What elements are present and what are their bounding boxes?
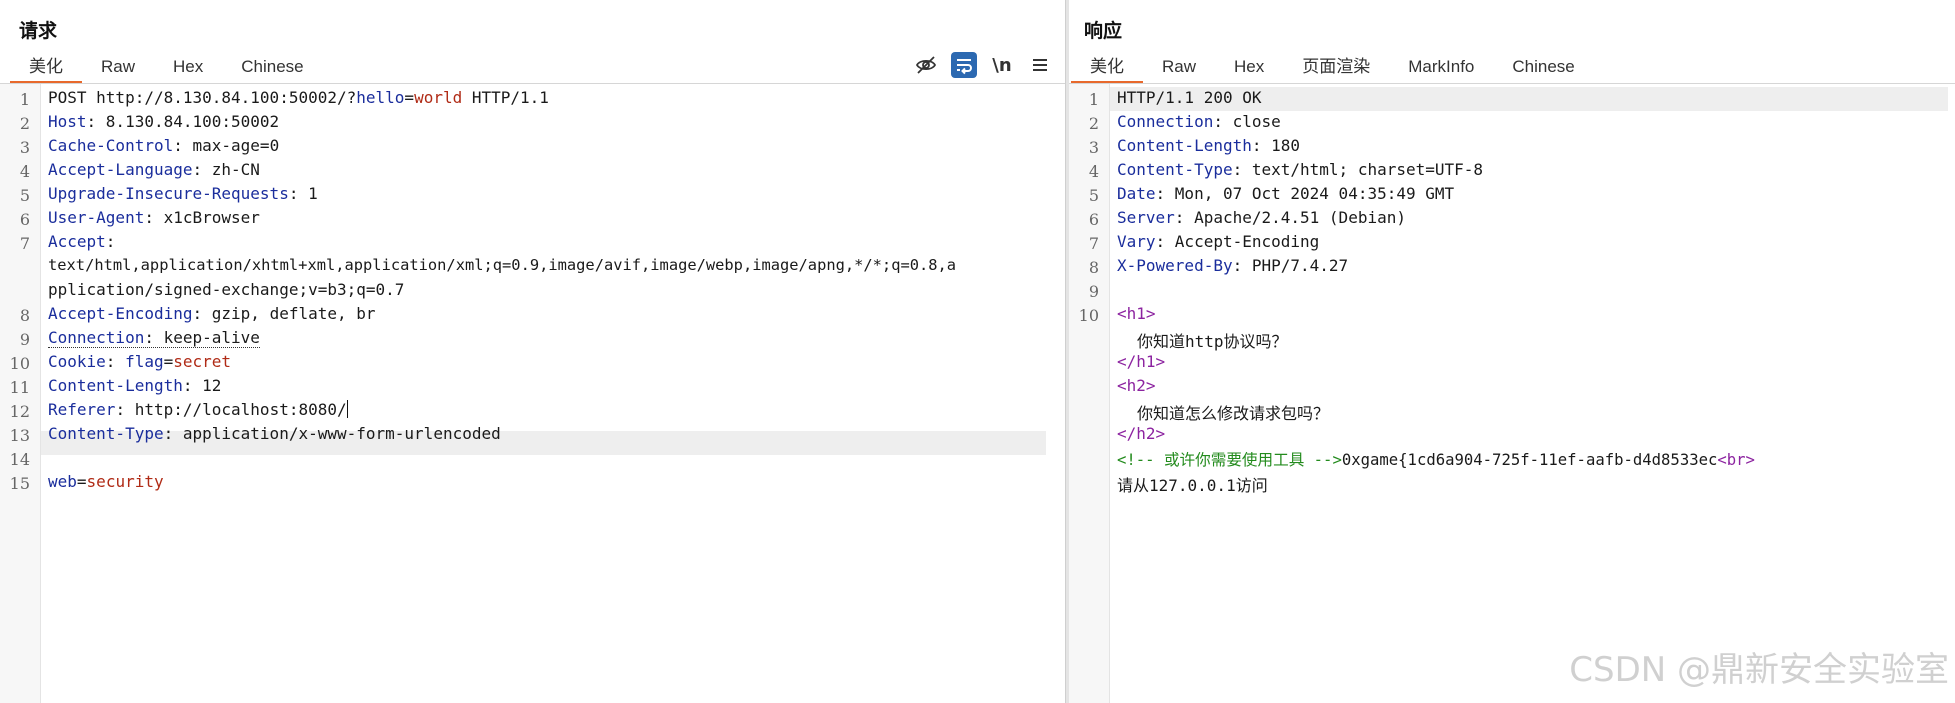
html-text: 你知道http协议吗？ xyxy=(1137,332,1288,351)
response-title: 响应 xyxy=(1084,21,1123,42)
request-editor[interactable]: 1 POST http://8.130.84.100:50002/?hello=… xyxy=(0,84,1065,703)
response-tab-pretty[interactable]: 美化 xyxy=(1071,52,1143,84)
response-tab-chinese[interactable]: Chinese xyxy=(1493,52,1593,82)
header-line: Cookie: flag=secret xyxy=(48,352,232,371)
request-line: POST http://8.130.84.100:50002/?hello=wo… xyxy=(48,88,549,107)
header-line: Host: 8.130.84.100:50002 xyxy=(48,112,280,131)
menu-icon[interactable] xyxy=(1027,52,1053,78)
response-editor[interactable]: 1 HTTP/1.1 200 OK 2 Connection: close 3 … xyxy=(1069,84,1955,703)
header-line: Vary: Accept-Encoding xyxy=(1117,232,1320,251)
text-cursor xyxy=(346,400,348,418)
request-panel: 请求 美化 Raw Hex Chinese \n 1 POST http://8… xyxy=(0,0,1065,703)
line-number: 5 xyxy=(1088,186,1099,205)
line-number: 14 xyxy=(9,450,30,469)
watermark: CSDN @鼎新安全实验室 xyxy=(1569,650,1949,690)
header-line: Referer: http://localhost:8080/ xyxy=(48,400,348,419)
line-number: 6 xyxy=(19,210,30,229)
request-tab-hex[interactable]: Hex xyxy=(154,52,222,82)
newline-toggle-label: \n xyxy=(992,54,1012,76)
html-tag: <h2> xyxy=(1117,376,1156,395)
request-tab-pretty[interactable]: 美化 xyxy=(10,52,82,84)
html-text: 你知道怎么修改请求包吗？ xyxy=(1137,404,1330,423)
body-line: web=security xyxy=(48,472,164,491)
html-text: 请从127.0.0.1访问 xyxy=(1117,476,1268,495)
line-number: 11 xyxy=(9,378,30,397)
response-panel: 响应 美化 Raw Hex 页面渲染 MarkInfo Chinese 1 HT… xyxy=(1069,0,1955,703)
html-tag: <h1> xyxy=(1117,304,1156,323)
line-number: 2 xyxy=(19,114,30,133)
response-tab-render[interactable]: 页面渲染 xyxy=(1283,52,1389,82)
newline-toggle[interactable]: \n xyxy=(989,52,1015,78)
line-number: 13 xyxy=(9,426,30,445)
header-line: Connection: keep-alive xyxy=(48,328,260,348)
line-number: 9 xyxy=(1088,282,1099,301)
html-tag: </h2> xyxy=(1117,424,1166,443)
wrap-icon[interactable] xyxy=(951,52,977,78)
line-number: 8 xyxy=(1088,258,1099,277)
line-number: 9 xyxy=(19,330,30,349)
line-number: 5 xyxy=(19,186,30,205)
header-line: Server: Apache/2.4.51 (Debian) xyxy=(1117,208,1406,227)
header-line: X-Powered-By: PHP/7.4.27 xyxy=(1117,256,1349,275)
line-number: 6 xyxy=(1088,210,1099,229)
line-number: 3 xyxy=(1088,138,1099,157)
header-line: Accept-Encoding: gzip, deflate, br xyxy=(48,304,376,323)
header-line: Cache-Control: max-age=0 xyxy=(48,136,280,155)
request-toolbar: \n xyxy=(901,52,1053,78)
line-number: 7 xyxy=(1088,234,1099,253)
header-line: Date: Mon, 07 Oct 2024 04:35:49 GMT xyxy=(1117,184,1455,203)
line-number: 4 xyxy=(1088,162,1099,181)
header-line: Content-Length: 12 xyxy=(48,376,222,395)
line-number: 1 xyxy=(1088,90,1099,109)
line-number: 2 xyxy=(1088,114,1099,133)
status-line: HTTP/1.1 200 OK xyxy=(1117,88,1262,107)
html-comment-line: <!-- 或许你需要使用工具 -->0xgame{1cd6a904-725f-1… xyxy=(1117,451,1755,469)
response-tabs: 美化 Raw Hex 页面渲染 MarkInfo Chinese xyxy=(1071,52,1594,84)
request-tab-raw[interactable]: Raw xyxy=(82,52,154,82)
eye-hidden-icon[interactable] xyxy=(913,52,939,78)
header-line: User-Agent: x1cBrowser xyxy=(48,208,260,227)
header-line-wrap: pplication/signed-exchange;v=b3;q=0.7 xyxy=(48,280,405,299)
line-number: 1 xyxy=(19,90,30,109)
line-number: 15 xyxy=(9,474,30,493)
header-line-wrap: text/html,application/xhtml+xml,applicat… xyxy=(48,256,957,274)
line-number: 10 xyxy=(1078,306,1099,325)
header-line: Upgrade-Insecure-Requests: 1 xyxy=(48,184,318,203)
response-tab-hex[interactable]: Hex xyxy=(1215,52,1283,82)
request-title: 请求 xyxy=(19,21,58,42)
request-tab-chinese[interactable]: Chinese xyxy=(222,52,322,82)
line-number: 3 xyxy=(19,138,30,157)
line-number: 10 xyxy=(9,354,30,373)
header-line: Connection: close xyxy=(1117,112,1281,131)
header-line: Accept: xyxy=(48,232,116,251)
header-line: Accept-Language: zh-CN xyxy=(48,160,260,179)
header-line: Content-Length: 180 xyxy=(1117,136,1301,155)
line-number: 4 xyxy=(19,162,30,181)
html-tag: </h1> xyxy=(1117,352,1166,371)
response-tab-markinfo[interactable]: MarkInfo xyxy=(1389,52,1493,82)
request-tabs: 美化 Raw Hex Chinese xyxy=(10,52,323,84)
line-number: 7 xyxy=(19,234,30,253)
line-number: 12 xyxy=(9,402,30,421)
header-line: Content-Type: text/html; charset=UTF-8 xyxy=(1117,160,1484,179)
response-tab-raw[interactable]: Raw xyxy=(1143,52,1215,82)
line-number: 8 xyxy=(19,306,30,325)
header-line: Content-Type: application/x-www-form-url… xyxy=(48,424,501,443)
